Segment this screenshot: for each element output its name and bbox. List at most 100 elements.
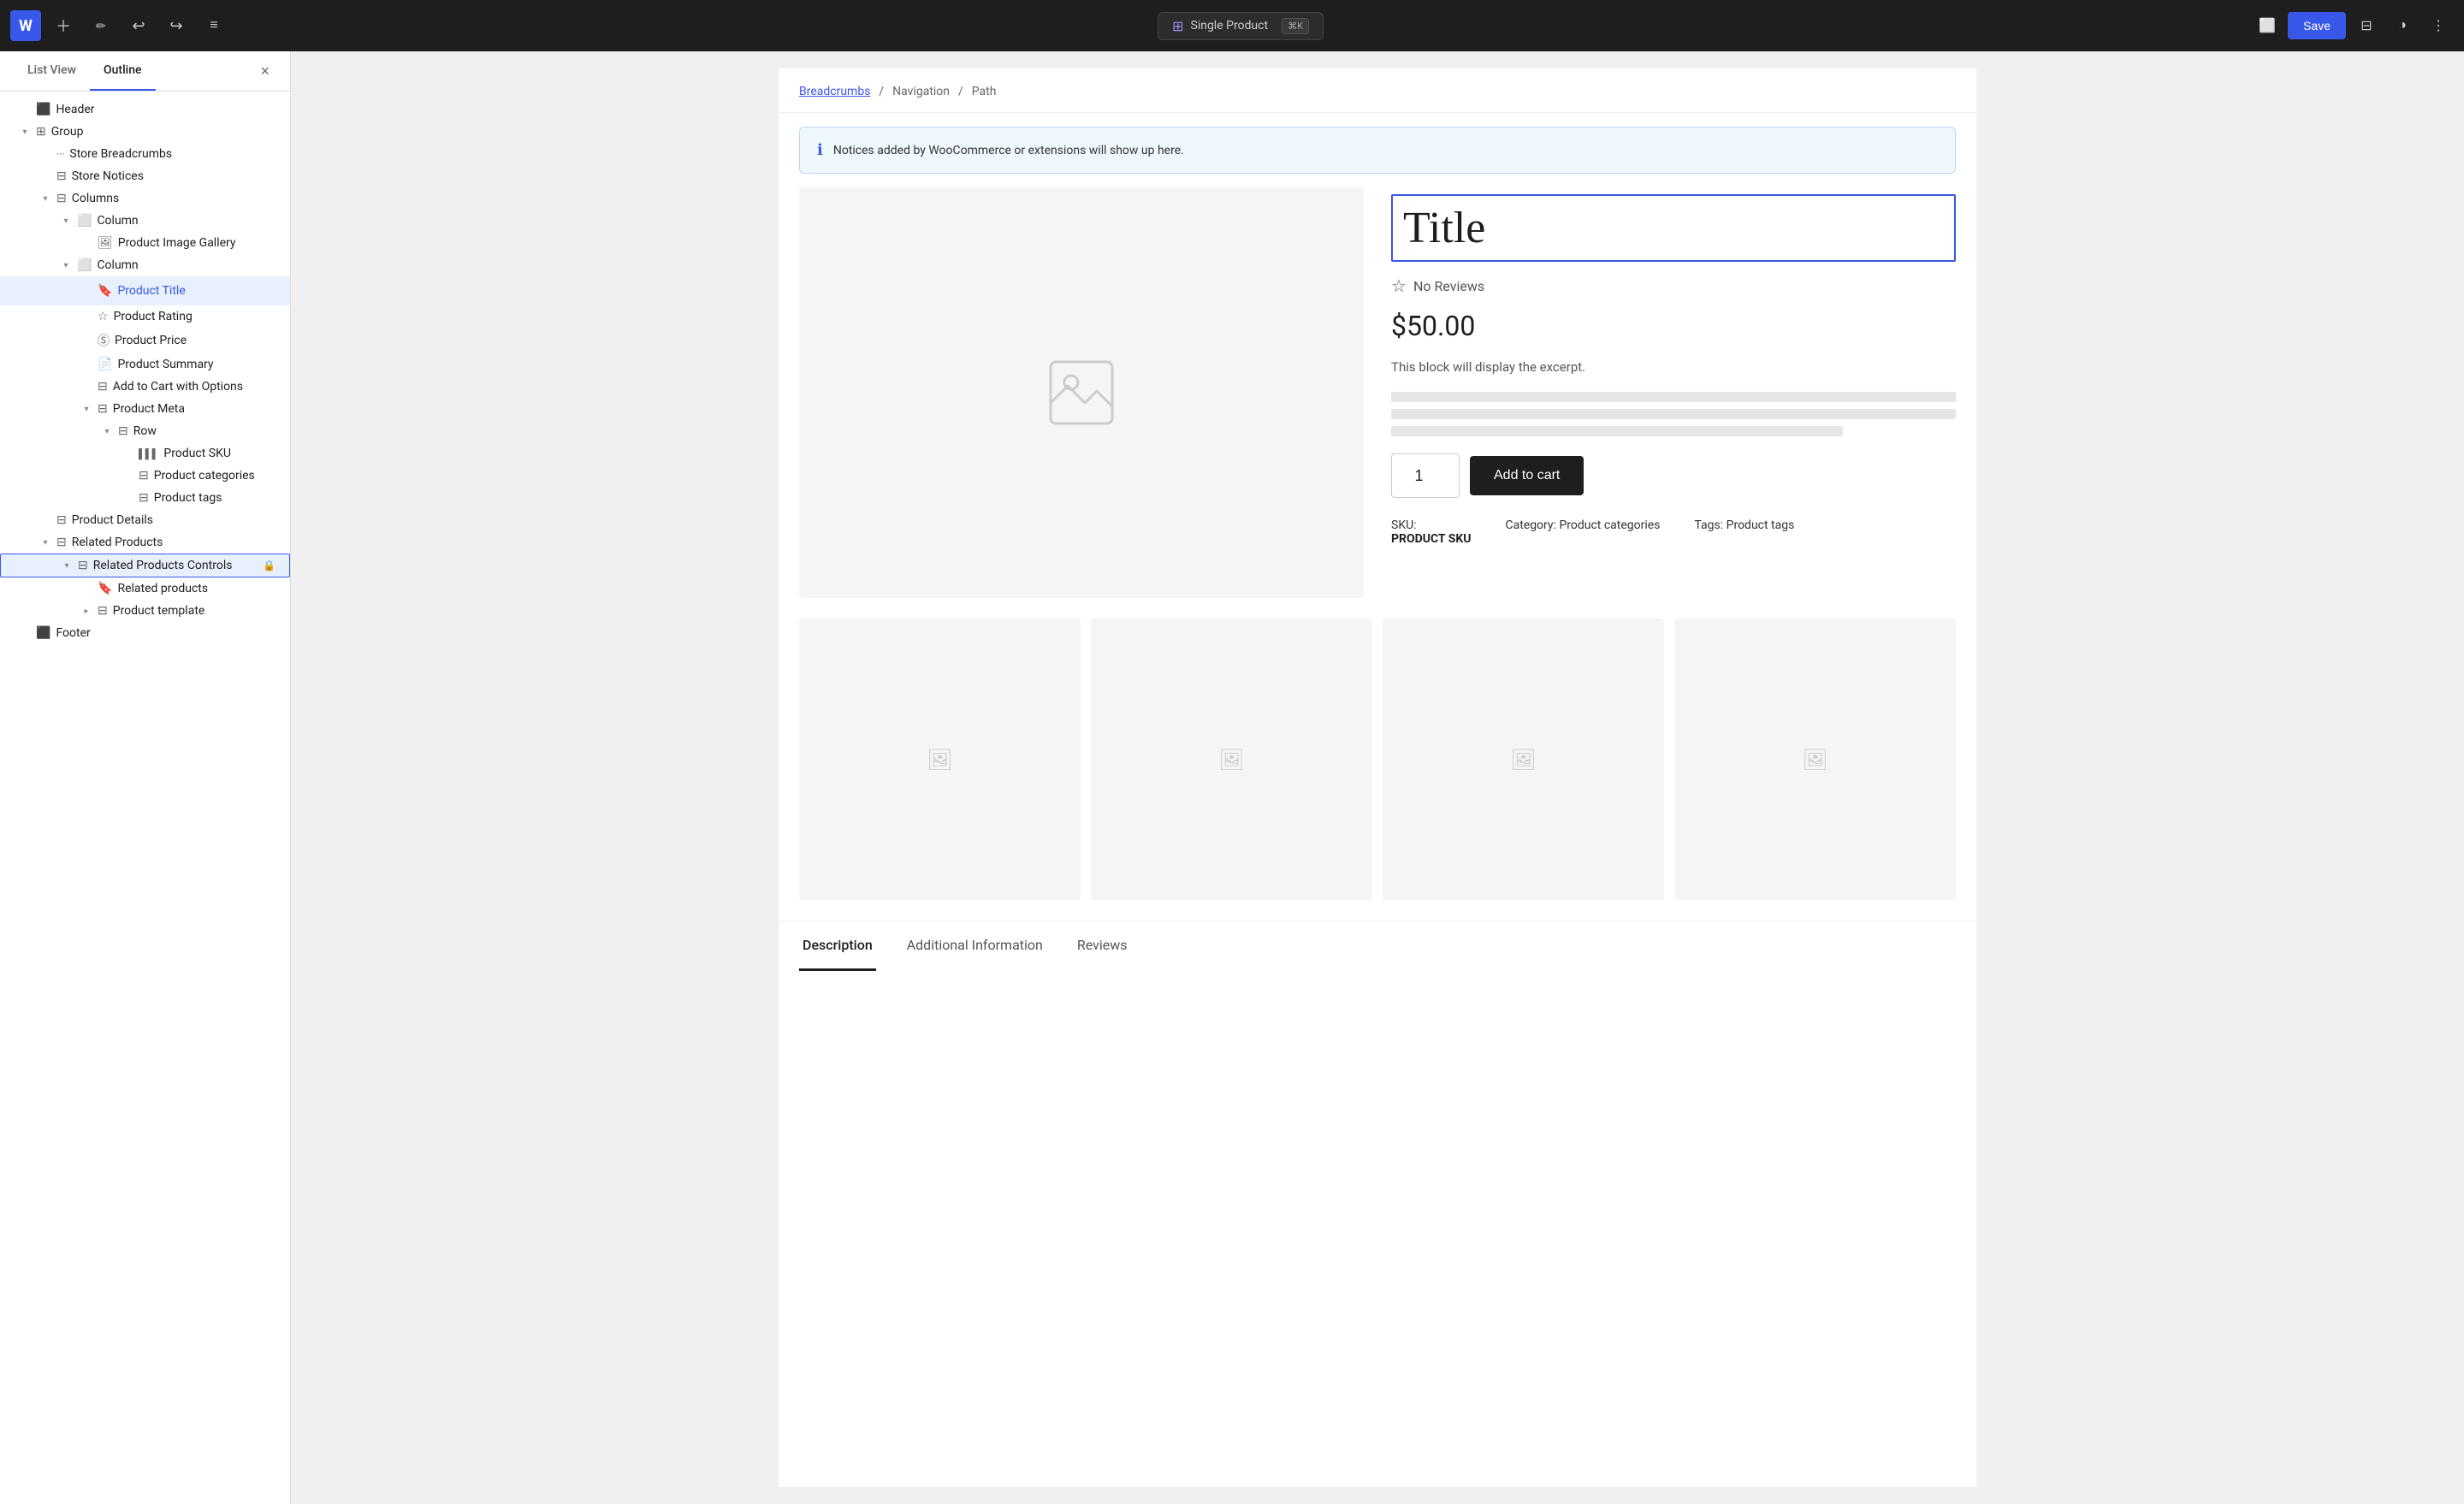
add-block-button[interactable]: ＋ (48, 10, 79, 41)
toggle-icon: ▾ (61, 561, 73, 571)
add-to-cart-button[interactable]: Add to cart (1470, 456, 1584, 495)
summary-icon: 📄 (98, 358, 112, 371)
product-rating: ☆ No Reviews (1391, 275, 1956, 296)
meta-tags: Tags: Product tags (1694, 518, 1794, 546)
toggle-icon: ▾ (60, 261, 72, 270)
undo-icon: ↩ (132, 17, 145, 35)
toggle-icon: ▾ (19, 127, 31, 137)
sidebar-close-button[interactable]: × (253, 51, 276, 91)
toolbar-right: ⬜ Save ⊟ ◑ ⋮ (2252, 10, 2454, 41)
sidebar-item-store-breadcrumbs[interactable]: ··· Store Breadcrumbs (0, 143, 290, 165)
sidebar: List View Outline × ⬛ Header ▾ ⊞ Group (0, 51, 291, 1504)
tab-reviews[interactable]: Reviews (1074, 921, 1131, 971)
sidebar-item-column-2[interactable]: ▾ ⬜ Column (0, 254, 290, 276)
sidebar-item-product-template[interactable]: ▸ ⊟ Product template (0, 600, 290, 622)
sidebar-item-label: Product Rating (114, 310, 276, 323)
sku-icon: ▌▌▌ (139, 448, 158, 459)
category-value: Product categories (1559, 518, 1660, 532)
contrast-icon: ◑ (2398, 18, 2407, 33)
quantity-input[interactable] (1391, 453, 1460, 498)
canvas-inner: Breadcrumbs / Navigation / Path ℹ Notice… (779, 68, 1976, 1487)
sidebar-item-row[interactable]: ▾ ⊟ Row (0, 420, 290, 442)
breadcrumb-link[interactable]: Breadcrumbs (799, 85, 870, 98)
sidebar-item-related-products-list[interactable]: 🔖 Related products (0, 577, 290, 600)
sidebar-item-column-1[interactable]: ▾ ⬜ Column (0, 210, 290, 232)
more-options-button[interactable]: ⋮ (2423, 10, 2454, 41)
breadcrumb-bar: Breadcrumbs / Navigation / Path (779, 68, 1976, 113)
sidebar-tabs: List View Outline × (0, 51, 290, 92)
redo-button[interactable]: ↪ (161, 10, 192, 41)
toggle-icon: ▾ (39, 538, 51, 548)
sidebar-item-product-meta[interactable]: ▾ ⊟ Product Meta (0, 398, 290, 420)
sidebar-item-label: Store Notices (72, 169, 276, 183)
related-thumb-2: 🖼 (1091, 619, 1372, 900)
meta-sku: SKU: PRODUCT SKU (1391, 518, 1471, 546)
contrast-button[interactable]: ◑ (2387, 10, 2418, 41)
column-icon: ⬜ (77, 258, 92, 272)
column-icon: ⬜ (77, 214, 92, 228)
product-meta: SKU: PRODUCT SKU Category: Product categ… (1391, 518, 1956, 546)
sidebar-item-label: Add to Cart with Options (113, 380, 276, 394)
toggle-icon: ▾ (39, 194, 51, 204)
layout-button[interactable]: ⊟ (2351, 10, 2382, 41)
tab-description[interactable]: Description (799, 921, 876, 971)
plus-icon: ＋ (56, 15, 71, 37)
tags-label: Tags: (1694, 518, 1723, 532)
product-gallery (799, 187, 1364, 598)
sku-value: PRODUCT SKU (1391, 532, 1471, 546)
notice-bar: ℹ Notices added by WooCommerce or extens… (799, 127, 1956, 174)
sku-label: SKU: (1391, 518, 1417, 532)
tab-additional-information[interactable]: Additional Information (903, 921, 1046, 971)
sidebar-item-product-rating[interactable]: ☆ Product Rating (0, 305, 290, 328)
sidebar-item-label: Related Products Controls (93, 559, 258, 572)
sidebar-item-product-details[interactable]: ⊟ Product Details (0, 509, 290, 531)
sidebar-item-columns[interactable]: ▾ ⊟ Columns (0, 187, 290, 210)
breadcrumb-sep: / (879, 85, 884, 98)
sidebar-item-product-image-gallery[interactable]: 🖼 Product Image Gallery (0, 232, 290, 254)
sidebar-item-footer[interactable]: ⬛ Footer (0, 622, 290, 644)
sidebar-item-product-title[interactable]: 🔖 Product Title ⋮ (0, 276, 290, 305)
product-template-icon: ⊟ (98, 604, 108, 618)
save-button[interactable]: Save (2288, 12, 2346, 39)
edit-button[interactable]: ✏ (86, 10, 116, 41)
sidebar-item-store-notices[interactable]: ⊟ Store Notices (0, 165, 290, 187)
sidebar-item-label: Product Image Gallery (118, 236, 276, 250)
sidebar-item-related-products[interactable]: ▾ ⊟ Related Products (0, 531, 290, 554)
info-icon: ℹ (817, 141, 823, 159)
tags-value: Product tags (1727, 518, 1795, 532)
thumb-placeholder-icon-4: 🖼 (1802, 748, 1827, 772)
notice-text: Notices added by WooCommerce or extensio… (833, 144, 1184, 157)
star-icon: ☆ (1391, 275, 1407, 296)
sidebar-item-product-summary[interactable]: 📄 Product Summary (0, 353, 290, 376)
columns-icon: ⊟ (56, 192, 67, 205)
list-view-icon: ≡ (210, 18, 217, 33)
rating-text: No Reviews (1413, 278, 1484, 294)
rating-icon: ☆ (98, 310, 109, 323)
tab-list-view[interactable]: List View (14, 51, 90, 91)
sidebar-item-add-to-cart[interactable]: ⊟ Add to Cart with Options (0, 376, 290, 398)
sidebar-item-product-price[interactable]: Ⓢ Product Price (0, 328, 290, 353)
product-price: $50.00 (1391, 310, 1956, 342)
sidebar-item-product-sku[interactable]: ▌▌▌ Product SKU (0, 442, 290, 465)
sidebar-item-group[interactable]: ▾ ⊞ Group (0, 121, 290, 143)
sidebar-item-related-products-controls[interactable]: ▾ ⊟ Related Products Controls 🔒 (0, 554, 290, 577)
toolbar: W ＋ ✏ ↩ ↪ ≡ ⊞ Single Product ⌘K ⬜ Save ⊟… (0, 0, 2464, 51)
sidebar-item-label: Row (133, 424, 276, 438)
sidebar-item-header[interactable]: ⬛ Header (0, 98, 290, 121)
notices-icon: ⊟ (56, 169, 67, 183)
wp-logo: W (10, 10, 41, 41)
undo-button[interactable]: ↩ (123, 10, 154, 41)
list-view-button[interactable]: ≡ (198, 10, 229, 41)
product-title-block[interactable]: Title (1391, 194, 1956, 262)
product-info: Title ☆ No Reviews $50.00 This block wil… (1391, 187, 1956, 598)
responsive-button[interactable]: ⬜ (2252, 10, 2283, 41)
template-selector[interactable]: ⊞ Single Product ⌘K (1158, 12, 1324, 40)
tab-outline[interactable]: Outline (90, 51, 156, 91)
sidebar-item-product-tags[interactable]: ⊟ Product tags (0, 487, 290, 509)
sidebar-item-label: Product Title (117, 284, 251, 298)
related-thumb-4: 🖼 (1674, 619, 1956, 900)
sidebar-item-label: Product template (113, 604, 276, 618)
sidebar-item-product-categories[interactable]: ⊟ Product categories (0, 465, 290, 487)
sidebar-item-label: Product Summary (117, 358, 276, 371)
gallery-placeholder (1030, 341, 1133, 444)
